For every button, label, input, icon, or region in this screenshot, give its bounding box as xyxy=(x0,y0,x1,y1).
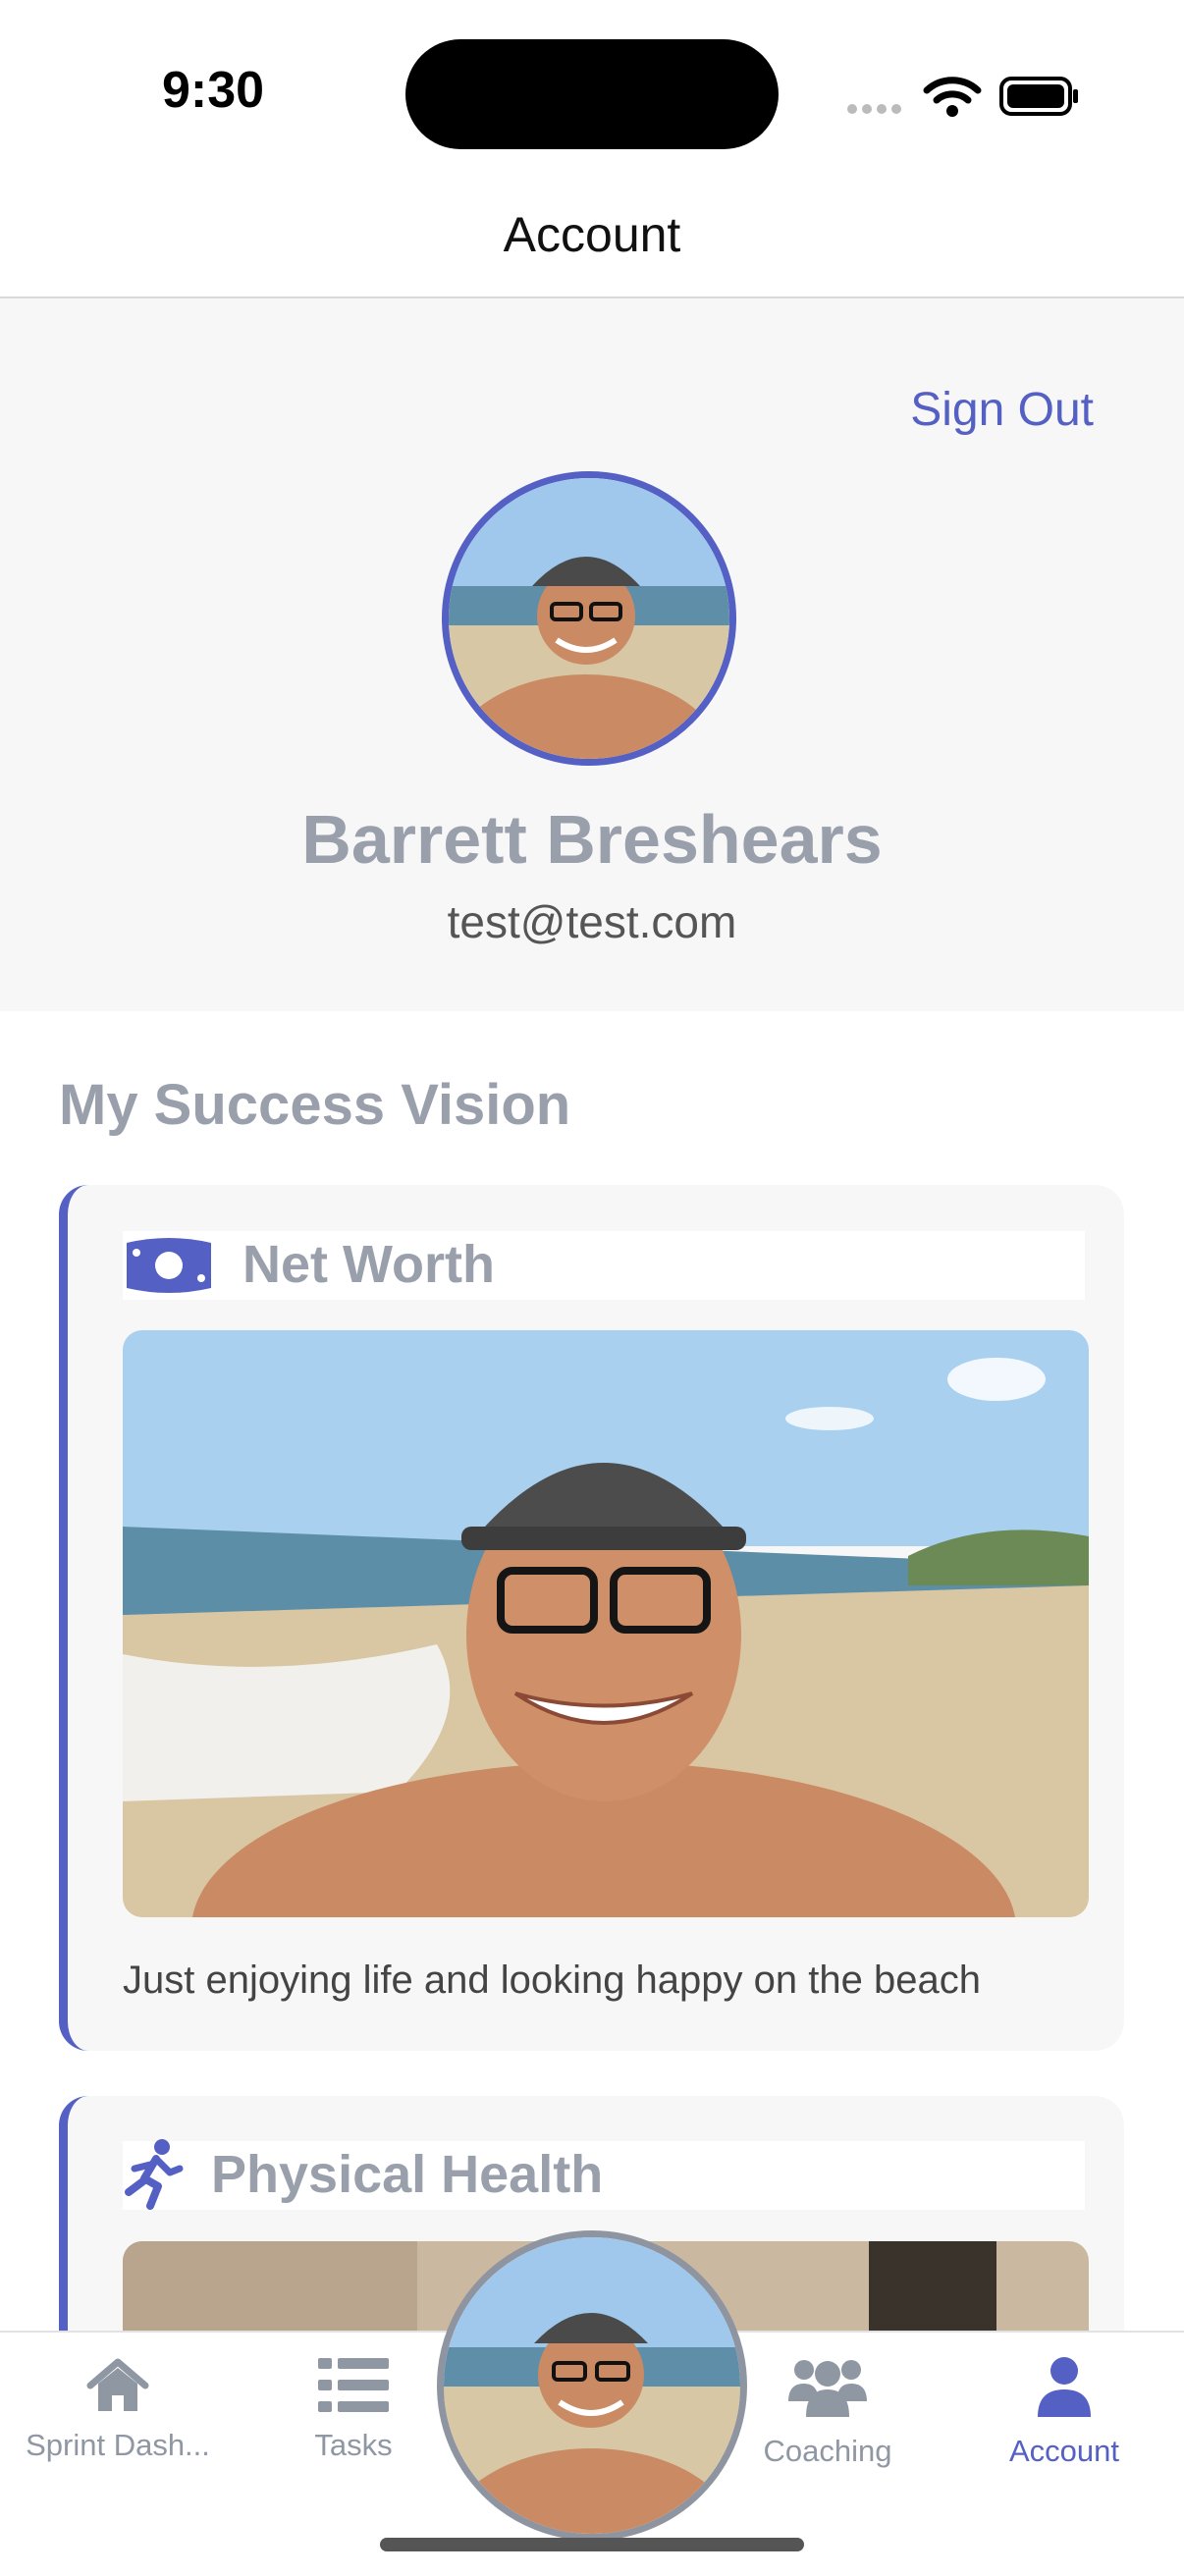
vision-card-net-worth[interactable]: Net Worth Just enjoying life and looking… xyxy=(59,1185,1124,2051)
battery-icon xyxy=(999,77,1078,116)
profile-avatar[interactable] xyxy=(442,471,736,766)
cellular-signal-icon xyxy=(847,104,901,114)
card-title: Net Worth xyxy=(242,1235,495,1294)
tab-label: Account xyxy=(1008,2434,1119,2468)
tab-tasks[interactable]: Tasks xyxy=(236,2356,471,2463)
card-header: Net Worth xyxy=(123,1231,1085,1300)
dynamic-island xyxy=(405,39,779,149)
status-time: 9:30 xyxy=(162,62,265,119)
users-icon xyxy=(788,2360,867,2417)
tab-label: Sprint Dash... xyxy=(26,2428,210,2462)
tab-label: Tasks xyxy=(314,2428,393,2462)
running-person-icon xyxy=(125,2139,184,2210)
beach-selfie-photo xyxy=(444,2237,740,2534)
list-icon xyxy=(318,2358,389,2412)
money-bill-icon xyxy=(127,1238,211,1293)
section-title: My Success Vision xyxy=(59,1073,571,1137)
sign-out-button[interactable]: Sign Out xyxy=(910,383,1094,437)
person-icon xyxy=(1038,2357,1091,2417)
home-indicator xyxy=(380,2538,804,2551)
tab-account[interactable]: Account xyxy=(946,2356,1182,2469)
tab-sprint-dashboard[interactable]: Sprint Dash... xyxy=(0,2356,236,2463)
profile-name: Barrett Breshears xyxy=(301,801,883,878)
card-title: Physical Health xyxy=(211,2145,604,2204)
page-title: Account xyxy=(503,207,681,262)
beach-selfie-photo xyxy=(449,478,729,759)
home-icon xyxy=(86,2358,149,2411)
wifi-icon xyxy=(923,77,982,117)
profile-email: test@test.com xyxy=(447,896,737,947)
center-avatar-button[interactable] xyxy=(437,2230,747,2541)
card-header: Physical Health xyxy=(123,2139,1085,2210)
card-caption: Just enjoying life and looking happy on … xyxy=(123,1959,981,2002)
vision-photo xyxy=(123,1330,1089,1917)
tab-label: Coaching xyxy=(763,2434,892,2468)
